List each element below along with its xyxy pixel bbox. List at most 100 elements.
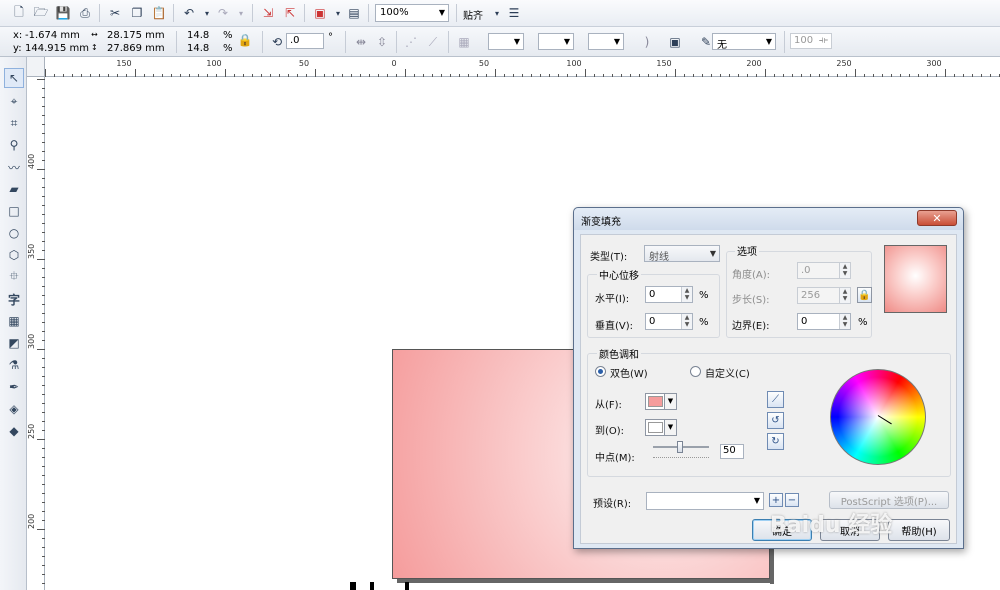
width-field[interactable]: 28.175 mm	[107, 30, 165, 41]
scale-width-field[interactable]: 14.8	[187, 30, 209, 41]
save-icon[interactable]: 💾	[54, 4, 72, 22]
zoom-tool-icon[interactable]: ⚲	[4, 135, 24, 155]
lock-steps-icon[interactable]: 🔒	[857, 287, 872, 303]
direct-blend-icon[interactable]: ⟋	[767, 391, 784, 408]
vertical-offset-field[interactable]: 0 ▲ ▼	[645, 313, 693, 330]
line-tool-icon[interactable]: ⟋	[424, 33, 442, 51]
crop-tool-icon[interactable]: ⌗	[4, 113, 24, 133]
remove-preset-icon[interactable]: −	[785, 493, 799, 507]
from-color-swatch	[648, 396, 663, 407]
steps-value: 256	[801, 290, 821, 301]
print-icon[interactable]: ⎙	[76, 4, 94, 22]
interactive-tool-icon[interactable]: ◩	[4, 333, 24, 353]
chevron-down-icon: ▼	[664, 394, 676, 409]
ruler-origin[interactable]	[27, 57, 45, 77]
shape-tool-icon[interactable]: ⌖	[4, 91, 24, 111]
line-style-start-combo[interactable]: ▼	[488, 33, 524, 50]
spin-arrows-icon[interactable]: ▲ ▼	[681, 287, 692, 302]
angle-label: 角度(A):	[732, 270, 771, 281]
basic-shapes-tool-icon[interactable]: ⯐	[4, 267, 24, 287]
scale-height-field[interactable]: 14.8	[187, 43, 209, 54]
ellipse-tool-icon[interactable]: ○	[4, 223, 24, 243]
y-position-field[interactable]: 144.915 mm	[25, 43, 89, 54]
from-color-picker[interactable]: ▼	[645, 393, 677, 410]
midpoint-field[interactable]: 50	[720, 444, 744, 459]
vertical-label: 垂直(V):	[595, 321, 634, 332]
color-wheel[interactable]	[830, 369, 926, 465]
node-tool-icon[interactable]: ⋰	[402, 33, 420, 51]
pick-tool-icon[interactable]: ↖	[4, 68, 24, 88]
fill-tool-icon[interactable]: ◈	[4, 399, 24, 419]
two-color-radio[interactable]	[595, 366, 606, 377]
custom-radio[interactable]	[690, 366, 701, 377]
counterclockwise-blend-icon[interactable]: ↺	[767, 412, 784, 429]
dialog-titlebar[interactable]: 渐变填充 ✕	[574, 208, 963, 230]
clockwise-blend-icon[interactable]: ↻	[767, 433, 784, 450]
midpoint-slider-thumb[interactable]	[677, 441, 683, 453]
vertical-ruler[interactable]: 400 350 300 250 200	[27, 77, 45, 590]
line-style-combo[interactable]: ▼	[538, 33, 574, 50]
close-icon: ✕	[932, 211, 942, 225]
edge-pad-field[interactable]: 0 ▲ ▼	[797, 313, 851, 330]
to-color-picker[interactable]: ▼	[645, 419, 677, 436]
close-button[interactable]: ✕	[917, 210, 957, 226]
outline-width-combo[interactable]: 无 ▼	[712, 33, 776, 51]
line-style-end-combo[interactable]: ▼	[588, 33, 624, 50]
welcome-screen-icon[interactable]: ▤	[345, 4, 363, 22]
mirror-horizontal-icon[interactable]: ⇹	[352, 33, 370, 51]
text-wrap-icon[interactable]: ▣	[666, 33, 684, 51]
help-button[interactable]: 帮助(H)	[888, 519, 950, 541]
copy-icon[interactable]: ❐	[128, 4, 146, 22]
property-bar: x: -1.674 mm y: 144.915 mm ↔ 28.175 mm ↕…	[0, 27, 1000, 57]
freehand-tool-icon[interactable]: 〰	[4, 157, 24, 177]
text-tool-icon[interactable]: 字	[4, 289, 24, 309]
smart-fill-tool-icon[interactable]: ▰	[4, 179, 24, 199]
cut-icon[interactable]: ✂	[106, 4, 124, 22]
lock-ratio-icon[interactable]: 🔒	[236, 31, 254, 49]
options-icon[interactable]: ☰	[505, 4, 523, 22]
outline-tool-icon[interactable]: ✒	[4, 377, 24, 397]
zoom-level-value: 100%	[380, 7, 409, 18]
rotation-angle-field[interactable]: .0	[286, 33, 324, 49]
open-folder-icon[interactable]: 🗁	[32, 4, 50, 22]
fill-type-combo[interactable]: 射线 ▼	[644, 245, 720, 263]
zoom-level-combo[interactable]: 100% ▼	[375, 4, 449, 22]
add-preset-icon[interactable]: +	[769, 493, 783, 507]
snap-dropdown-icon[interactable]: ▾	[488, 4, 506, 22]
horizontal-offset-field[interactable]: 0 ▲ ▼	[645, 286, 693, 303]
undo-icon[interactable]: ↶	[180, 4, 198, 22]
height-field[interactable]: 27.869 mm	[107, 43, 165, 54]
rectangle-tool-icon[interactable]: □	[4, 201, 24, 221]
paste-icon[interactable]: 📋	[150, 4, 168, 22]
export-icon[interactable]: ⇱	[281, 4, 299, 22]
spin-arrows-icon[interactable]: ▲ ▼	[839, 288, 850, 303]
steps-field[interactable]: 256 ▲ ▼	[797, 287, 851, 304]
spin-arrows-icon[interactable]: ▲ ▼	[839, 314, 850, 329]
ruler-label: 150	[116, 59, 132, 68]
mirror-vertical-icon[interactable]: ⇳	[373, 33, 391, 51]
toolbar-separator	[99, 4, 100, 22]
corner-icon[interactable]: )	[638, 33, 656, 51]
redo-icon[interactable]: ↷	[214, 4, 232, 22]
horizontal-ruler[interactable]: 150 100 50 0 50 100 150 200 250 300	[27, 57, 1000, 77]
x-position-field[interactable]: -1.674 mm	[25, 30, 80, 41]
preset-combo[interactable]: ▼	[646, 492, 764, 510]
eyedropper-tool-icon[interactable]: ⚗	[4, 355, 24, 375]
import-icon[interactable]: ⇲	[259, 4, 277, 22]
gradient-preview[interactable]	[884, 245, 947, 313]
angle-field[interactable]: .0 ▲ ▼	[797, 262, 851, 279]
transparency-field[interactable]: 100 ⟛	[790, 33, 832, 49]
color-blend-title: 颜色调和	[597, 346, 641, 361]
table-tool-icon[interactable]: ▦	[4, 311, 24, 331]
polygon-tool-icon[interactable]: ⬡	[4, 245, 24, 265]
redo-dropdown-icon[interactable]: ▾	[232, 4, 250, 22]
new-document-icon[interactable]: 🗋	[10, 4, 28, 22]
toolbar-separator	[345, 31, 346, 53]
wrap-text-icon[interactable]: ▦	[455, 33, 473, 51]
snap-to-menu[interactable]: 贴齐	[463, 7, 483, 22]
spin-arrows-icon[interactable]: ▲ ▼	[839, 263, 850, 278]
ruler-tick	[37, 529, 45, 530]
application-launcher-icon[interactable]: ▣	[311, 4, 329, 22]
interactive-fill-tool-icon[interactable]: ◆	[4, 421, 24, 441]
spin-arrows-icon[interactable]: ▲ ▼	[681, 314, 692, 329]
